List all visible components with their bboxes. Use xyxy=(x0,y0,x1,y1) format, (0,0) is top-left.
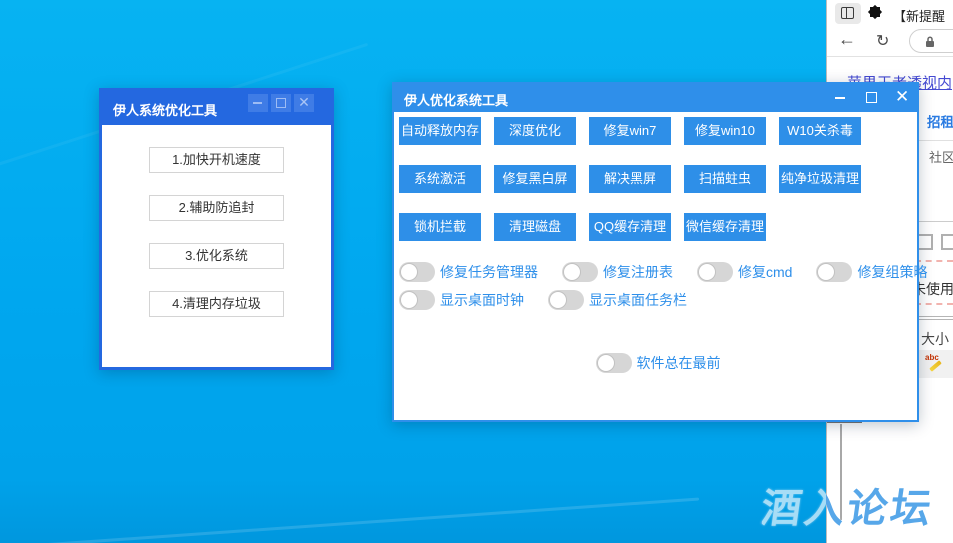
font-size-label[interactable]: 大小 xyxy=(921,329,949,349)
address-bar[interactable] xyxy=(909,29,953,53)
desktop: 【新提醒 ← ↻ 苹果王者透视内 招租 社区 未使用 大小 abc xyxy=(0,0,953,543)
minimize-button[interactable] xyxy=(248,94,268,112)
maximize-button[interactable] xyxy=(271,94,291,112)
left-window-body: 1.加快开机速度 2.辅助防追封 3.优化系统 4.清理内存垃圾 xyxy=(102,125,331,367)
left-window-title: 伊人系统优化工具 xyxy=(113,103,218,118)
auto-free-memory-button[interactable]: 自动释放内存 xyxy=(399,117,481,145)
speedup-boot-button[interactable]: 1.加快开机速度 xyxy=(149,147,284,173)
solve-black-screen-button[interactable]: 解决黑屏 xyxy=(589,165,671,193)
fix-registry-toggle[interactable] xyxy=(562,262,598,282)
maximize-button[interactable] xyxy=(864,90,878,104)
vertical-tabs-icon xyxy=(841,7,854,19)
main-window-body: 自动释放内存 深度优化 修复win7 修复win10 W10关杀毒 系统激活 修… xyxy=(394,112,927,420)
content-border xyxy=(840,424,842,520)
fix-win7-button[interactable]: 修复win7 xyxy=(589,117,671,145)
fix-win10-button[interactable]: 修复win10 xyxy=(684,117,766,145)
fix-blackwhite-screen-button[interactable]: 修复黑白屏 xyxy=(494,165,576,193)
browser-tab-bar: 【新提醒 xyxy=(827,0,953,26)
close-button[interactable]: ✕ xyxy=(294,94,314,112)
pure-junk-clean-button[interactable]: 纯净垃圾清理 xyxy=(779,165,861,193)
checkbox[interactable] xyxy=(941,234,953,250)
close-button[interactable]: ✕ xyxy=(895,88,909,105)
fix-group-policy-toggle[interactable] xyxy=(816,262,853,282)
forum-column-header: 社区 xyxy=(929,150,953,165)
left-window-titlebar[interactable]: 伊人系统优化工具 ✕ xyxy=(99,88,334,125)
lock-icon xyxy=(926,36,934,47)
show-desktop-clock-toggle[interactable] xyxy=(399,290,435,310)
ad-link[interactable]: 招租 xyxy=(927,111,953,131)
system-optimizer-window: 伊人系统优化工具 ✕ 1.加快开机速度 2.辅助防追封 3.优化系统 4.清理内… xyxy=(99,88,334,370)
tab-favicon-icon xyxy=(867,4,883,20)
browser-toolbar: ← ↻ xyxy=(827,26,953,57)
activate-system-button[interactable]: 系统激活 xyxy=(399,165,481,193)
qq-cache-clean-button[interactable]: QQ缓存清理 xyxy=(589,213,671,241)
tab-actions-button[interactable] xyxy=(835,3,861,24)
show-desktop-taskbar-toggle[interactable] xyxy=(548,290,584,310)
wechat-cache-clean-button[interactable]: 微信缓存清理 xyxy=(684,213,766,241)
spellcheck-icon[interactable]: abc xyxy=(925,353,945,373)
anti-ban-button[interactable]: 2.辅助防追封 xyxy=(149,195,284,221)
clean-memory-button[interactable]: 4.清理内存垃圾 xyxy=(149,291,284,317)
always-on-top-toggle[interactable] xyxy=(595,353,632,373)
tab-title[interactable]: 【新提醒 xyxy=(893,6,945,25)
clean-disk-button[interactable]: 清理磁盘 xyxy=(494,213,576,241)
minimize-button[interactable] xyxy=(833,90,847,104)
main-window-title: 伊人优化系统工具 xyxy=(404,93,509,108)
fix-cmd-toggle[interactable] xyxy=(697,262,733,282)
divider xyxy=(919,221,953,222)
dashed-separator xyxy=(915,303,953,305)
main-window-titlebar[interactable]: 伊人优化系统工具 ✕ xyxy=(392,82,919,112)
scan-pests-button[interactable]: 扫描蛀虫 xyxy=(684,165,766,193)
optimizer-tool-window: 伊人优化系统工具 ✕ 自动释放内存 深度优化 修复win7 修复win10 W1… xyxy=(392,82,927,422)
deep-optimize-button[interactable]: 深度优化 xyxy=(494,117,576,145)
fix-task-manager-toggle[interactable] xyxy=(399,262,435,282)
back-button[interactable]: ← xyxy=(838,29,856,50)
optimize-system-button[interactable]: 3.优化系统 xyxy=(149,243,284,269)
checkbox[interactable] xyxy=(917,234,933,250)
lock-intercept-button[interactable]: 锁机拦截 xyxy=(399,213,481,241)
refresh-button[interactable]: ↻ xyxy=(876,31,889,51)
wallpaper-light-ray xyxy=(0,497,700,543)
forum-watermark-overlay: 酒入论坛 xyxy=(762,487,826,531)
w10-disable-defender-button[interactable]: W10关杀毒 xyxy=(779,117,861,145)
divider xyxy=(919,140,953,141)
editor-toolbar: abc xyxy=(915,350,953,378)
